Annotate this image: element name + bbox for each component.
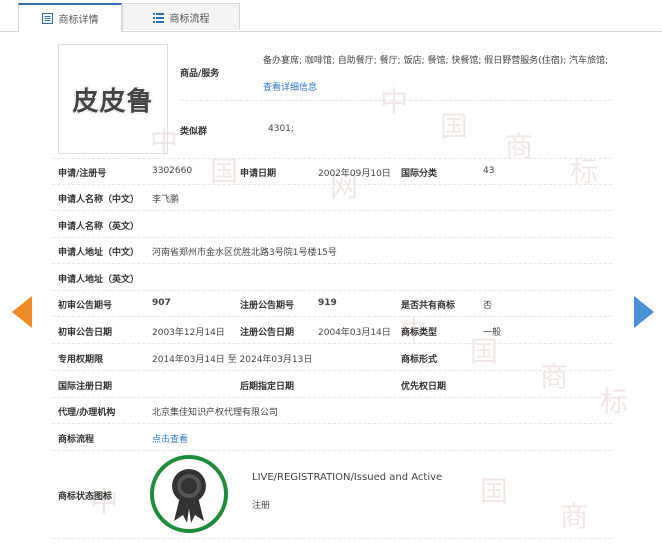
- agent-value: 北京集佳知识产权代理有限公司: [152, 408, 279, 418]
- international-registration-date-label: 国际注册日期: [58, 382, 113, 392]
- view-process-link[interactable]: 点击查看: [152, 432, 188, 445]
- award-ribbon-icon: [150, 455, 228, 533]
- arrow-right-icon[interactable]: [634, 296, 654, 328]
- divider: [180, 100, 612, 101]
- applicant-address-cn-value: 河南省郑州市金水区优胜北路3号院1号楼15号: [152, 248, 337, 258]
- applicant-address-cn-label: 申请人地址（中文）: [58, 248, 140, 258]
- divider: [52, 263, 612, 264]
- divider: [52, 290, 612, 291]
- tab-label: 商标流程: [169, 13, 210, 25]
- goods-services-value: 备办宴席; 咖啡馆; 自助餐厅; 餐厅; 饭店; 餐馆; 快餐馆; 假日野营服务…: [263, 56, 609, 66]
- list-icon: [152, 12, 164, 23]
- similar-group-value: 4301;: [268, 124, 294, 134]
- application-number-value: 3302660: [152, 166, 193, 176]
- application-date-label: 申请日期: [240, 169, 277, 179]
- shared-trademark-label: 是否共有商标: [401, 301, 456, 311]
- international-class-label: 国际分类: [401, 169, 438, 179]
- status-chinese: 注册: [252, 501, 271, 511]
- priority-date-label: 优先权日期: [401, 382, 447, 392]
- trademark-type-label: 商标类型: [401, 328, 438, 338]
- similar-group-label: 类似群: [180, 127, 208, 137]
- application-number-label: 申请/注册号: [58, 169, 107, 179]
- prelim-publication-date-value: 2003年12月14日: [152, 328, 225, 338]
- tab-trademark-process[interactable]: 商标流程: [122, 3, 240, 30]
- registration-publication-date-label: 注册公告日期: [240, 328, 295, 338]
- registration-publication-date-value: 2004年03月14日: [318, 328, 391, 338]
- applicant-name-cn-label: 申请人名称（中文）: [58, 195, 140, 205]
- divider: [52, 184, 612, 185]
- exclusive-period-value: 2014年03月14日 至 2024年03月13日: [152, 355, 313, 365]
- arrow-left-icon[interactable]: [12, 296, 32, 328]
- trademark-form-label: 商标形式: [401, 355, 438, 365]
- application-date-value: 2002年09月10日: [318, 169, 391, 179]
- prelim-publication-number-label: 初审公告期号: [58, 301, 113, 311]
- exclusive-period-label: 专用权期限: [58, 355, 104, 365]
- divider: [52, 237, 612, 238]
- divider: [52, 423, 612, 424]
- applicant-name-en-label: 申请人名称（英文）: [58, 222, 140, 232]
- international-class-value: 43: [483, 166, 495, 176]
- tab-trademark-details[interactable]: 商标详情: [18, 3, 122, 32]
- divider: [52, 370, 612, 371]
- divider: [52, 538, 612, 539]
- status-english: LIVE/REGISTRATION/Issued and Active: [252, 472, 443, 483]
- divider: [52, 210, 612, 211]
- divider: [52, 343, 612, 344]
- divider: [52, 397, 612, 398]
- divider: [52, 316, 612, 317]
- prelim-publication-number-value: 907: [152, 298, 171, 308]
- later-designation-date-label: 后期指定日期: [240, 382, 295, 392]
- shared-trademark-value: 否: [483, 301, 493, 311]
- tab-label: 商标详情: [58, 15, 99, 26]
- prelim-publication-date-label: 初审公告日期: [58, 328, 113, 338]
- applicant-name-cn-value: 李飞鹏: [152, 195, 180, 205]
- divider: [52, 158, 612, 159]
- trademark-process-label: 商标流程: [58, 435, 95, 445]
- view-details-link[interactable]: 查看详细信息: [263, 80, 317, 93]
- status-icon-label: 商标状态图标: [58, 492, 113, 502]
- document-icon: [41, 13, 53, 24]
- trademark-type-value: 一般: [483, 328, 502, 338]
- trademark-logo-text: 皮皮鲁: [72, 86, 154, 117]
- trademark-logo: 皮皮鲁: [58, 44, 168, 154]
- goods-services-label: 商品/服务: [180, 69, 220, 79]
- tab-bar: 商标详情 商标流程: [0, 0, 662, 32]
- divider: [52, 450, 612, 451]
- agent-label: 代理/办理机构: [58, 408, 116, 418]
- registration-publication-number-value: 919: [318, 298, 337, 308]
- registration-publication-number-label: 注册公告期号: [240, 301, 295, 311]
- applicant-address-en-label: 申请人地址（英文）: [58, 275, 140, 285]
